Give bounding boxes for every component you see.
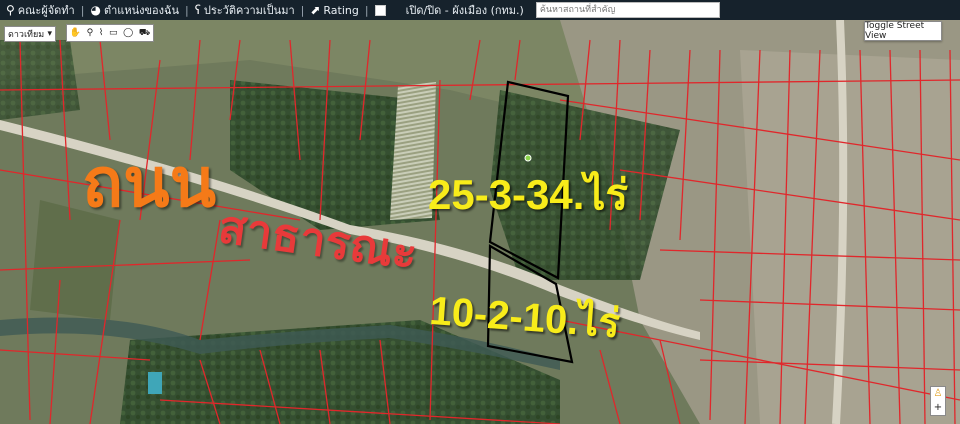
nav-city-plan-toggle[interactable]: เปิด/ปิด - ผังเมือง (กทม.) (369, 1, 530, 19)
nav-my-location-label: ตำแหน่งของฉัน (103, 4, 179, 17)
person-icon: ⚲ (6, 3, 15, 17)
nav-rating-label: Rating (323, 3, 359, 17)
plot-area-label-1: 25-3-34.ไร่ (428, 171, 629, 218)
circle-icon[interactable]: ◯ (123, 28, 133, 38)
road-label-line1: ถนน (82, 145, 217, 221)
map-view[interactable]: ดาวเทียม ▾ ✋ ⚲ ⌇ ▭ ◯ ⛟ Toggle Street Vie… (0, 20, 960, 424)
zoom-in-button[interactable]: + (934, 401, 942, 415)
drawing-toolbar: ✋ ⚲ ⌇ ▭ ◯ ⛟ (66, 24, 154, 42)
map-layer-value: ดาวเทียม (8, 30, 45, 40)
nav-my-location[interactable]: ◕ ตำแหน่งของฉัน (84, 1, 185, 19)
checkbox-icon[interactable] (374, 4, 386, 16)
plot-area-label-2: 10-2-10.ไร่ (428, 288, 622, 347)
map-layer-select[interactable]: ดาวเทียม ▾ (4, 26, 56, 42)
nav-city-plan-label: เปิด/ปิด - ผังเมือง (กทม.) (405, 4, 524, 17)
polyline-icon[interactable]: ⌇ (99, 28, 103, 38)
location-marker-icon (524, 154, 532, 162)
nav-history[interactable]: ʕ ประวัติความเป็นมา (189, 1, 301, 19)
chevron-down-icon: ▾ (47, 29, 52, 39)
nav-team-label: คณะผู้จัดทำ (17, 4, 75, 17)
cart-icon[interactable]: ⛟ (139, 28, 150, 39)
hand-pan-icon[interactable]: ✋ (70, 28, 81, 38)
chart-icon: ⬈ (310, 3, 321, 17)
marker-icon[interactable]: ⚲ (87, 28, 94, 38)
search-input[interactable] (535, 2, 720, 18)
nav-rating[interactable]: ⬈ Rating (304, 3, 365, 17)
zoom-control: ♙ + (930, 386, 946, 416)
globe-icon: ◕ (90, 3, 101, 17)
pegman-icon[interactable]: ♙ (934, 387, 943, 401)
top-navigation-bar: ⚲ คณะผู้จัดทำ | ◕ ตำแหน่งของฉัน | ʕ ประว… (0, 0, 960, 20)
nav-team[interactable]: ⚲ คณะผู้จัดทำ (0, 1, 81, 19)
toggle-street-view-button[interactable]: Toggle Street View (864, 21, 942, 41)
history-icon: ʕ (194, 3, 201, 17)
rectangle-icon[interactable]: ▭ (109, 28, 118, 38)
nav-history-label: ประวัติความเป็นมา (203, 4, 295, 17)
